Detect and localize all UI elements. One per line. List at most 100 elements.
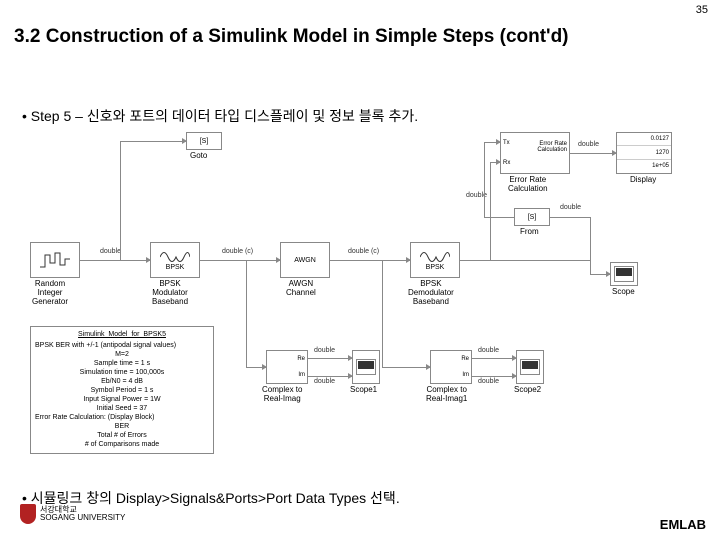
info-line: # of Comparisons made bbox=[85, 440, 159, 449]
display-v3: 1e+05 bbox=[617, 160, 671, 173]
bpsk-demod-label: BPSK Demodulator Baseband bbox=[408, 279, 454, 306]
awgn-label: AWGN Channel bbox=[286, 279, 316, 297]
info-line: Eb/N0 = 4 dB bbox=[101, 377, 143, 386]
arrow-icon bbox=[348, 373, 353, 379]
info-line: BER bbox=[115, 422, 129, 431]
wire bbox=[550, 217, 590, 218]
wire bbox=[484, 217, 514, 218]
c2ri-label-1: Complex to Real-Imag bbox=[262, 385, 302, 403]
wire bbox=[330, 260, 410, 261]
wire-label: double bbox=[100, 248, 121, 255]
arrow-icon bbox=[512, 373, 517, 379]
arrow-icon bbox=[262, 364, 267, 370]
arrow-icon bbox=[496, 139, 501, 145]
wire bbox=[382, 367, 430, 368]
wire bbox=[200, 260, 280, 261]
info-line: Initial Seed = 37 bbox=[97, 404, 147, 413]
arrow-icon bbox=[612, 150, 617, 156]
wire-label: double bbox=[578, 141, 599, 148]
wire bbox=[490, 260, 590, 261]
wire bbox=[80, 260, 150, 261]
random-integer-block bbox=[30, 242, 80, 278]
random-integer-label: Random Integer Generator bbox=[32, 279, 68, 306]
arrow-icon bbox=[276, 257, 281, 263]
arrow-icon bbox=[426, 364, 431, 370]
wire-label: double bbox=[560, 204, 581, 211]
wire bbox=[570, 153, 616, 154]
wire bbox=[590, 217, 591, 267]
scope2-block bbox=[516, 350, 544, 384]
c2ri-im-1: Im bbox=[267, 372, 307, 378]
wire-label: double (c) bbox=[348, 248, 379, 255]
scope-icon bbox=[356, 359, 376, 375]
info-box: Simulink_Model_for_BPSK5 BPSK BER with +… bbox=[30, 326, 214, 454]
wire bbox=[246, 260, 247, 367]
scope-icon bbox=[614, 266, 634, 282]
bpsk-demod-text: BPSK bbox=[426, 264, 445, 271]
scope-label: Scope bbox=[612, 287, 635, 296]
scope-icon bbox=[520, 359, 540, 375]
bpsk-demod-icon bbox=[420, 250, 450, 264]
wire-label: double bbox=[478, 378, 499, 385]
scope-block bbox=[610, 262, 638, 286]
c2ri-block-2: Re Im bbox=[430, 350, 472, 384]
info-line: M=2 bbox=[115, 350, 129, 359]
info-title: Simulink_Model_for_BPSK5 bbox=[78, 330, 166, 339]
display-label: Display bbox=[630, 175, 656, 184]
error-rate-block: Tx Error Rate Calculation Rx bbox=[500, 132, 570, 174]
wire bbox=[460, 260, 490, 261]
wire bbox=[490, 162, 491, 261]
wire bbox=[484, 142, 485, 217]
scope1-label: Scope1 bbox=[350, 385, 377, 394]
info-line: Input Signal Power = 1W bbox=[83, 395, 160, 404]
wire bbox=[308, 376, 352, 377]
c2ri-im-2: Im bbox=[431, 372, 471, 378]
wire bbox=[472, 358, 516, 359]
goto-block: [S] bbox=[186, 132, 222, 150]
arrow-icon bbox=[348, 355, 353, 361]
logo-text: 서강대학교 SOGANG UNIVERSITY bbox=[40, 506, 125, 522]
bpsk-mod-text: BPSK bbox=[166, 264, 185, 271]
from-block: [S] bbox=[514, 208, 550, 226]
info-line: Total # of Errors bbox=[97, 431, 146, 440]
err-text: Error Rate Calculation bbox=[537, 141, 567, 153]
c2ri-label-2: Complex to Real-Imag1 bbox=[426, 385, 467, 403]
page-title: 3.2 Construction of a Simulink Model in … bbox=[14, 26, 710, 48]
awgn-block: AWGN bbox=[280, 242, 330, 278]
bullet-text: 신호와 포트의 데이터 타입 디스플레이 및 정보 블록 추가. bbox=[87, 108, 418, 124]
scope1-block bbox=[352, 350, 380, 384]
display-v2: 1270 bbox=[617, 146, 671, 159]
arrow-icon bbox=[512, 355, 517, 361]
logo-en: SOGANG UNIVERSITY bbox=[40, 514, 125, 522]
from-label: From bbox=[520, 227, 539, 236]
error-rate-label: Error Rate Calculation bbox=[508, 175, 548, 193]
emlab-label: EMLAB bbox=[660, 517, 706, 532]
bpsk-mod-label: BPSK Modulator Baseband bbox=[152, 279, 188, 306]
wire bbox=[472, 376, 516, 377]
display-block: 0.0127 1270 1e+05 bbox=[616, 132, 672, 174]
c2ri-block-1: Re Im bbox=[266, 350, 308, 384]
arrow-icon bbox=[496, 159, 501, 165]
wire-label: double bbox=[478, 347, 499, 354]
university-logo: 서강대학교 SOGANG UNIVERSITY bbox=[20, 504, 125, 524]
info-line: Simulation time = 100,000s bbox=[80, 368, 165, 377]
info-line: Error Rate Calculation: (Display Block) bbox=[35, 413, 154, 422]
c2ri-re-2: Re bbox=[431, 356, 471, 362]
arrow-icon bbox=[182, 138, 187, 144]
bullet-prefix: • Step 5 – bbox=[22, 108, 87, 124]
wire bbox=[120, 141, 186, 142]
scope2-label: Scope2 bbox=[514, 385, 541, 394]
wire-label: double bbox=[314, 347, 335, 354]
goto-label: Goto bbox=[190, 151, 207, 160]
info-line: BPSK BER with +/-1 (antipodal signal val… bbox=[35, 341, 176, 350]
wire bbox=[382, 260, 383, 367]
random-waveform-icon bbox=[40, 251, 70, 269]
wire bbox=[120, 141, 121, 260]
page-number: 35 bbox=[696, 4, 708, 16]
c2ri-re-1: Re bbox=[267, 356, 307, 362]
wire-label: double bbox=[314, 378, 335, 385]
info-line: Symbol Period = 1 s bbox=[91, 386, 154, 395]
bpsk-mod-block: BPSK bbox=[150, 242, 200, 278]
simulink-diagram: [S] Goto Tx Error Rate Calculation Rx Er… bbox=[30, 132, 690, 462]
arrow-icon bbox=[146, 257, 151, 263]
